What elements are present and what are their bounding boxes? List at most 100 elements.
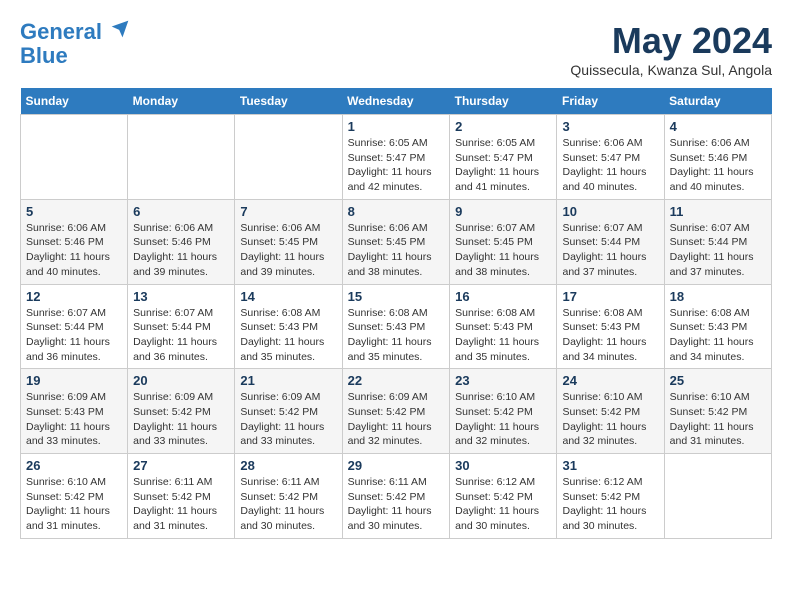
- weekday-header-monday: Monday: [128, 88, 235, 115]
- day-info: Sunrise: 6:10 AM Sunset: 5:42 PM Dayligh…: [26, 475, 122, 534]
- day-number: 6: [133, 204, 229, 219]
- calendar-empty-cell: [235, 115, 342, 200]
- day-number: 25: [670, 373, 766, 388]
- day-number: 27: [133, 458, 229, 473]
- calendar-day-11: 11Sunrise: 6:07 AM Sunset: 5:44 PM Dayli…: [664, 199, 771, 284]
- day-number: 10: [562, 204, 658, 219]
- logo-bird-icon: [110, 19, 130, 39]
- location: Quissecula, Kwanza Sul, Angola: [570, 62, 772, 78]
- day-info: Sunrise: 6:08 AM Sunset: 5:43 PM Dayligh…: [240, 306, 336, 365]
- day-info: Sunrise: 6:10 AM Sunset: 5:42 PM Dayligh…: [562, 390, 658, 449]
- day-info: Sunrise: 6:06 AM Sunset: 5:47 PM Dayligh…: [562, 136, 658, 195]
- day-number: 9: [455, 204, 551, 219]
- day-info: Sunrise: 6:07 AM Sunset: 5:44 PM Dayligh…: [133, 306, 229, 365]
- weekday-header-sunday: Sunday: [21, 88, 128, 115]
- calendar-day-16: 16 Sunrise: 6:08 AM Sunset: 5:43 PM Dayli…: [450, 284, 557, 369]
- calendar-day-24: 24 Sunrise: 6:10 AM Sunset: 5:42 PM Dayli…: [557, 369, 664, 454]
- weekday-header-row: SundayMondayTuesdayWednesdayThursdayFrid…: [21, 88, 772, 115]
- title-block: May 2024 Quissecula, Kwanza Sul, Angola: [570, 20, 772, 78]
- day-info: Sunrise: 6:12 AM Sunset: 5:42 PM Dayligh…: [562, 475, 658, 534]
- day-info: Sunrise: 6:06 AM Sunset: 5:46 PM Dayligh…: [133, 221, 229, 280]
- calendar-day-14: 14 Sunrise: 6:08 AM Sunset: 5:43 PM Dayli…: [235, 284, 342, 369]
- logo: General Blue: [20, 20, 130, 68]
- calendar-day-18: 18Sunrise: 6:08 AM Sunset: 5:43 PM Dayli…: [664, 284, 771, 369]
- day-number: 16: [455, 289, 551, 304]
- day-number: 3: [562, 119, 658, 134]
- calendar-empty-cell: [664, 454, 771, 539]
- day-number: 15: [348, 289, 445, 304]
- calendar-day-13: 13 Sunrise: 6:07 AM Sunset: 5:44 PM Dayli…: [128, 284, 235, 369]
- calendar-day-9: 9Sunrise: 6:07 AM Sunset: 5:45 PM Daylig…: [450, 199, 557, 284]
- day-info: Sunrise: 6:07 AM Sunset: 5:44 PM Dayligh…: [26, 306, 122, 365]
- day-number: 22: [348, 373, 445, 388]
- day-info: Sunrise: 6:08 AM Sunset: 5:43 PM Dayligh…: [562, 306, 658, 365]
- day-number: 4: [670, 119, 766, 134]
- calendar-day-6: 6 Sunrise: 6:06 AM Sunset: 5:46 PM Daylig…: [128, 199, 235, 284]
- calendar-day-8: 8 Sunrise: 6:06 AM Sunset: 5:45 PM Daylig…: [342, 199, 450, 284]
- day-number: 2: [455, 119, 551, 134]
- day-number: 14: [240, 289, 336, 304]
- weekday-header-tuesday: Tuesday: [235, 88, 342, 115]
- calendar-empty-cell: [21, 115, 128, 200]
- day-info: Sunrise: 6:05 AM Sunset: 5:47 PM Dayligh…: [348, 136, 445, 195]
- calendar-day-17: 17 Sunrise: 6:08 AM Sunset: 5:43 PM Dayli…: [557, 284, 664, 369]
- day-number: 23: [455, 373, 551, 388]
- logo-blue: Blue: [20, 43, 68, 68]
- day-number: 31: [562, 458, 658, 473]
- day-number: 5: [26, 204, 122, 219]
- day-info: Sunrise: 6:10 AM Sunset: 5:42 PM Dayligh…: [455, 390, 551, 449]
- day-info: Sunrise: 6:06 AM Sunset: 5:45 PM Dayligh…: [240, 221, 336, 280]
- calendar-table: SundayMondayTuesdayWednesdayThursdayFrid…: [20, 88, 772, 539]
- calendar-week-row: 12 Sunrise: 6:07 AM Sunset: 5:44 PM Dayli…: [21, 284, 772, 369]
- calendar-day-26: 26 Sunrise: 6:10 AM Sunset: 5:42 PM Dayli…: [21, 454, 128, 539]
- calendar-empty-cell: [128, 115, 235, 200]
- calendar-day-4: 4 Sunrise: 6:06 AM Sunset: 5:46 PM Daylig…: [664, 115, 771, 200]
- calendar-day-7: 7 Sunrise: 6:06 AM Sunset: 5:45 PM Daylig…: [235, 199, 342, 284]
- calendar-day-15: 15 Sunrise: 6:08 AM Sunset: 5:43 PM Dayli…: [342, 284, 450, 369]
- month-title: May 2024: [570, 20, 772, 62]
- day-info: Sunrise: 6:06 AM Sunset: 5:46 PM Dayligh…: [26, 221, 122, 280]
- day-number: 12: [26, 289, 122, 304]
- weekday-header-wednesday: Wednesday: [342, 88, 450, 115]
- day-info: Sunrise: 6:05 AM Sunset: 5:47 PM Dayligh…: [455, 136, 551, 195]
- day-number: 30: [455, 458, 551, 473]
- calendar-week-row: 5 Sunrise: 6:06 AM Sunset: 5:46 PM Daylig…: [21, 199, 772, 284]
- day-number: 1: [348, 119, 445, 134]
- day-number: 7: [240, 204, 336, 219]
- day-number: 8: [348, 204, 445, 219]
- logo-text: General Blue: [20, 20, 130, 68]
- calendar-day-31: 31 Sunrise: 6:12 AM Sunset: 5:42 PM Dayli…: [557, 454, 664, 539]
- day-number: 13: [133, 289, 229, 304]
- calendar-day-28: 28Sunrise: 6:11 AM Sunset: 5:42 PM Dayli…: [235, 454, 342, 539]
- day-info: Sunrise: 6:06 AM Sunset: 5:45 PM Dayligh…: [348, 221, 445, 280]
- day-info: Sunrise: 6:09 AM Sunset: 5:42 PM Dayligh…: [133, 390, 229, 449]
- calendar-day-10: 10Sunrise: 6:07 AM Sunset: 5:44 PM Dayli…: [557, 199, 664, 284]
- calendar-week-row: 1 Sunrise: 6:05 AM Sunset: 5:47 PM Daylig…: [21, 115, 772, 200]
- calendar-day-22: 22 Sunrise: 6:09 AM Sunset: 5:42 PM Dayli…: [342, 369, 450, 454]
- weekday-header-saturday: Saturday: [664, 88, 771, 115]
- calendar-day-3: 3 Sunrise: 6:06 AM Sunset: 5:47 PM Daylig…: [557, 115, 664, 200]
- calendar-day-23: 23 Sunrise: 6:10 AM Sunset: 5:42 PM Dayli…: [450, 369, 557, 454]
- calendar-day-25: 25 Sunrise: 6:10 AM Sunset: 5:42 PM Dayli…: [664, 369, 771, 454]
- day-number: 17: [562, 289, 658, 304]
- weekday-header-thursday: Thursday: [450, 88, 557, 115]
- day-number: 19: [26, 373, 122, 388]
- day-number: 29: [348, 458, 445, 473]
- day-info: Sunrise: 6:10 AM Sunset: 5:42 PM Dayligh…: [670, 390, 766, 449]
- day-number: 24: [562, 373, 658, 388]
- day-info: Sunrise: 6:09 AM Sunset: 5:42 PM Dayligh…: [240, 390, 336, 449]
- day-info: Sunrise: 6:11 AM Sunset: 5:42 PM Dayligh…: [348, 475, 445, 534]
- weekday-header-friday: Friday: [557, 88, 664, 115]
- day-number: 26: [26, 458, 122, 473]
- calendar-day-21: 21Sunrise: 6:09 AM Sunset: 5:42 PM Dayli…: [235, 369, 342, 454]
- calendar-day-20: 20Sunrise: 6:09 AM Sunset: 5:42 PM Dayli…: [128, 369, 235, 454]
- calendar-day-12: 12 Sunrise: 6:07 AM Sunset: 5:44 PM Dayli…: [21, 284, 128, 369]
- calendar-day-2: 2 Sunrise: 6:05 AM Sunset: 5:47 PM Daylig…: [450, 115, 557, 200]
- day-info: Sunrise: 6:08 AM Sunset: 5:43 PM Dayligh…: [455, 306, 551, 365]
- calendar-day-5: 5 Sunrise: 6:06 AM Sunset: 5:46 PM Daylig…: [21, 199, 128, 284]
- day-info: Sunrise: 6:06 AM Sunset: 5:46 PM Dayligh…: [670, 136, 766, 195]
- day-info: Sunrise: 6:07 AM Sunset: 5:44 PM Dayligh…: [670, 221, 766, 280]
- day-info: Sunrise: 6:12 AM Sunset: 5:42 PM Dayligh…: [455, 475, 551, 534]
- day-info: Sunrise: 6:09 AM Sunset: 5:42 PM Dayligh…: [348, 390, 445, 449]
- day-info: Sunrise: 6:08 AM Sunset: 5:43 PM Dayligh…: [348, 306, 445, 365]
